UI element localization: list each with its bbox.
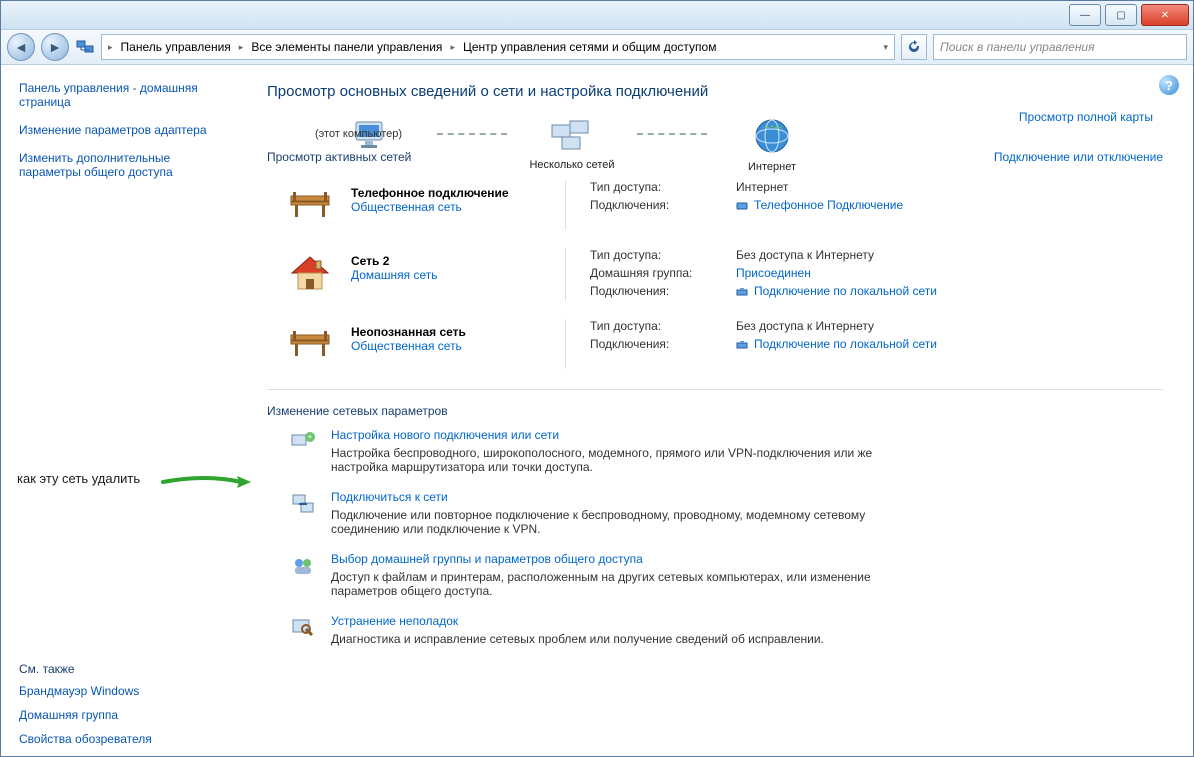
house-icon bbox=[285, 248, 335, 298]
divider bbox=[565, 180, 566, 230]
task-link[interactable]: Настройка нового подключения или сети bbox=[331, 428, 559, 442]
value-access-type: Без доступа к Интернету bbox=[736, 319, 1163, 333]
task-connect: Подключиться к сети Подключение или повт… bbox=[289, 490, 1163, 536]
label-homegroup: Домашняя группа: bbox=[590, 266, 730, 280]
connection-link[interactable]: Телефонное Подключение bbox=[754, 198, 903, 212]
map-node-label bbox=[370, 162, 373, 174]
label-connections: Подключения: bbox=[590, 198, 730, 215]
bench-icon bbox=[285, 319, 335, 369]
task-link[interactable]: Выбор домашней группы и параметров общег… bbox=[331, 552, 643, 566]
task-homegroup: Выбор домашней группы и параметров общег… bbox=[289, 552, 1163, 598]
full-map-link[interactable]: Просмотр полной карты bbox=[1019, 110, 1153, 124]
bench-icon bbox=[285, 180, 335, 230]
user-annotation-arrow-icon bbox=[161, 475, 251, 489]
sidebar: Панель управления - домашняя страница Из… bbox=[1, 65, 243, 756]
change-settings-heading: Изменение сетевых параметров bbox=[267, 404, 1163, 418]
task-troubleshoot: Устранение неполадок Диагностика и испра… bbox=[289, 614, 1163, 646]
breadcrumb-control-panel[interactable]: Панель управления bbox=[117, 40, 235, 54]
map-connector bbox=[637, 133, 707, 137]
chevron-right-icon: ▸ bbox=[448, 42, 457, 53]
label-access-type: Тип доступа: bbox=[590, 248, 730, 262]
label-access-type: Тип доступа: bbox=[590, 319, 730, 333]
minimize-button[interactable]: — bbox=[1069, 4, 1101, 26]
network-type-link[interactable]: Домашняя сеть bbox=[351, 268, 437, 282]
network-name: Неопознанная сеть bbox=[351, 325, 541, 339]
connection-link[interactable]: Подключение по локальной сети bbox=[754, 337, 937, 351]
network-row-telephone: Телефонное подключение Общественная сеть… bbox=[267, 174, 1163, 242]
titlebar: — ▢ ✕ bbox=[1, 1, 1193, 30]
network-name: Телефонное подключение bbox=[351, 186, 541, 200]
homegroup-icon bbox=[289, 552, 317, 580]
homegroup-link[interactable]: Присоединен bbox=[736, 266, 811, 280]
network-map: Несколько сетей Интернет bbox=[307, 116, 1163, 174]
task-description: Настройка беспроводного, широкополосного… bbox=[331, 446, 891, 474]
help-icon[interactable]: ? bbox=[1159, 75, 1179, 95]
refresh-button[interactable] bbox=[901, 34, 927, 60]
map-node-label: Интернет bbox=[748, 161, 796, 173]
divider bbox=[565, 248, 566, 301]
close-button[interactable]: ✕ bbox=[1141, 4, 1189, 26]
navbar: ◄ ► ▸ Панель управления ▸ Все элементы п… bbox=[1, 30, 1193, 65]
window: — ▢ ✕ ◄ ► ▸ Панель управления ▸ Все элем… bbox=[0, 0, 1194, 757]
sidebar-sharing-link[interactable]: Изменить дополнительные параметры общего… bbox=[19, 151, 229, 179]
sidebar-inetopt-link[interactable]: Свойства обозревателя bbox=[19, 732, 229, 746]
sidebar-home-link[interactable]: Панель управления - домашняя страница bbox=[19, 81, 229, 109]
value-access-type: Без доступа к Интернету bbox=[736, 248, 1163, 262]
sidebar-adapter-link[interactable]: Изменение параметров адаптера bbox=[19, 123, 229, 137]
task-new-connection: + Настройка нового подключения или сети … bbox=[289, 428, 1163, 474]
connection-link[interactable]: Подключение по локальной сети bbox=[754, 284, 937, 298]
label-access-type: Тип доступа: bbox=[590, 180, 730, 194]
ethernet-icon bbox=[736, 286, 748, 298]
map-node-internet[interactable]: Интернет bbox=[707, 117, 837, 173]
map-node-this-computer[interactable] bbox=[307, 116, 437, 174]
sidebar-homegroup-link[interactable]: Домашняя группа bbox=[19, 708, 229, 722]
address-bar[interactable]: ▸ Панель управления ▸ Все элементы панел… bbox=[101, 34, 895, 60]
value-access-type: Интернет bbox=[736, 180, 1163, 194]
divider bbox=[267, 389, 1163, 390]
search-input[interactable]: Поиск в панели управления bbox=[933, 34, 1187, 60]
task-link[interactable]: Устранение неполадок bbox=[331, 614, 458, 628]
task-link[interactable]: Подключиться к сети bbox=[331, 490, 448, 504]
task-description: Диагностика и исправление сетевых пробле… bbox=[331, 632, 824, 646]
network-name: Сеть 2 bbox=[351, 254, 541, 268]
search-placeholder: Поиск в панели управления bbox=[940, 40, 1095, 54]
map-node-label: Несколько сетей bbox=[529, 159, 614, 171]
map-connector bbox=[437, 133, 507, 137]
task-description: Доступ к файлам и принтерам, расположенн… bbox=[331, 570, 891, 598]
modem-icon bbox=[736, 200, 748, 212]
content-area: Панель управления - домашняя страница Из… bbox=[1, 65, 1193, 756]
troubleshoot-icon bbox=[289, 614, 317, 642]
chevron-right-icon: ▸ bbox=[237, 42, 246, 53]
sidebar-firewall-link[interactable]: Брандмауэр Windows bbox=[19, 684, 229, 698]
see-also-heading: См. также bbox=[19, 662, 229, 676]
new-connection-icon: + bbox=[289, 428, 317, 456]
user-annotation-text: как эту сеть удалить bbox=[17, 471, 140, 486]
network-row-home: Сеть 2 Домашняя сеть Тип доступа: Без до… bbox=[267, 242, 1163, 313]
network-center-icon bbox=[75, 37, 95, 57]
divider bbox=[565, 319, 566, 369]
svg-text:+: + bbox=[307, 432, 312, 442]
map-node-multiple-networks[interactable]: Несколько сетей bbox=[507, 119, 637, 171]
ethernet-icon bbox=[736, 339, 748, 351]
back-button[interactable]: ◄ bbox=[7, 33, 35, 61]
label-connections: Подключения: bbox=[590, 284, 730, 301]
chevron-right-icon: ▸ bbox=[106, 42, 115, 53]
page-title: Просмотр основных сведений о сети и наст… bbox=[267, 83, 1163, 100]
network-type-link[interactable]: Общественная сеть bbox=[351, 200, 462, 214]
task-description: Подключение или повторное подключение к … bbox=[331, 508, 891, 536]
breadcrumb-all-items[interactable]: Все элементы панели управления bbox=[247, 40, 446, 54]
maximize-button[interactable]: ▢ bbox=[1105, 4, 1137, 26]
connect-icon bbox=[289, 490, 317, 518]
network-row-unidentified: Неопознанная сеть Общественная сеть Тип … bbox=[267, 313, 1163, 381]
label-connections: Подключения: bbox=[590, 337, 730, 354]
chevron-down-icon[interactable]: ▾ bbox=[881, 42, 890, 53]
breadcrumb-network-center[interactable]: Центр управления сетями и общим доступом bbox=[459, 40, 721, 54]
main-panel: ? Просмотр основных сведений о сети и на… bbox=[243, 65, 1193, 756]
forward-button[interactable]: ► bbox=[41, 33, 69, 61]
network-type-link[interactable]: Общественная сеть bbox=[351, 339, 462, 353]
